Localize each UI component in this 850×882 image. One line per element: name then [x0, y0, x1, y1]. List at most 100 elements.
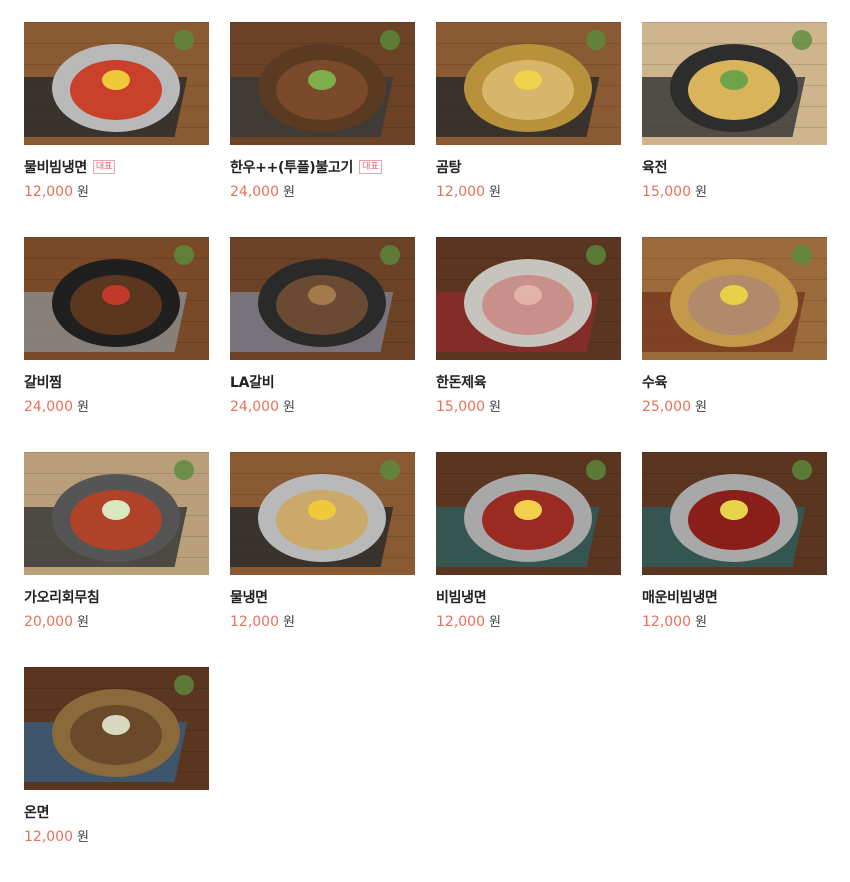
menu-item-name[interactable]: 한우++(투플)불고기 — [230, 157, 353, 177]
menu-item-price: 24,000 — [24, 399, 73, 415]
menu-item[interactable]: 한돈제육 15,000 원 — [436, 237, 621, 452]
food-photo-image — [24, 667, 209, 790]
food-photo-image — [642, 452, 827, 575]
currency-unit: 원 — [695, 615, 707, 630]
menu-item-name[interactable]: 물비빔냉면 — [24, 157, 87, 177]
menu-item[interactable]: 온면 12,000 원 — [24, 667, 209, 882]
menu-item[interactable]: 육전 15,000 원 — [642, 22, 827, 237]
menu-item-name[interactable]: 온면 — [24, 802, 49, 822]
menu-item[interactable]: 비빔냉면 12,000 원 — [436, 452, 621, 667]
menu-item-price: 15,000 — [436, 399, 485, 415]
menu-item-photo[interactable] — [642, 237, 827, 360]
food-photo-image — [230, 22, 415, 145]
menu-item-price-row: 15,000 원 — [436, 396, 621, 416]
menu-item-price-row: 12,000 원 — [230, 611, 415, 631]
menu-item[interactable]: 한우++(투플)불고기 대표 24,000 원 — [230, 22, 415, 237]
menu-item-name[interactable]: LA갈비 — [230, 372, 275, 392]
menu-item-photo[interactable] — [230, 22, 415, 145]
menu-item-photo[interactable] — [230, 237, 415, 360]
menu-item-photo[interactable] — [24, 22, 209, 145]
currency-unit: 원 — [77, 185, 89, 200]
menu-item-name[interactable]: 수육 — [642, 372, 667, 392]
currency-unit: 원 — [489, 615, 501, 630]
menu-item-title-row: 물비빔냉면 대표 — [24, 157, 209, 177]
menu-item[interactable]: 물냉면 12,000 원 — [230, 452, 415, 667]
menu-item-title-row: 물냉면 — [230, 587, 415, 607]
menu-item-photo[interactable] — [436, 452, 621, 575]
signature-badge: 대표 — [92, 160, 116, 174]
menu-item-photo[interactable] — [24, 667, 209, 790]
menu-item-price-row: 12,000 원 — [642, 611, 827, 631]
currency-unit: 원 — [283, 400, 295, 415]
food-photo-image — [24, 22, 209, 145]
menu-item-title-row: 온면 — [24, 802, 209, 822]
food-photo-image — [642, 22, 827, 145]
menu-grid: 물비빔냉면 대표 12,000 원 한우++(투플)불고기 대표 24,000 … — [24, 22, 834, 882]
menu-item-price-row: 20,000 원 — [24, 611, 209, 631]
menu-item-price: 12,000 — [24, 829, 73, 845]
menu-item-price-row: 24,000 원 — [230, 181, 415, 201]
menu-item-photo[interactable] — [436, 237, 621, 360]
menu-item[interactable]: 매운비빔냉면 12,000 원 — [642, 452, 827, 667]
menu-item-photo[interactable] — [642, 452, 827, 575]
menu-item-price: 15,000 — [642, 184, 691, 200]
menu-item[interactable]: 갈비찜 24,000 원 — [24, 237, 209, 452]
menu-item-price-row: 24,000 원 — [24, 396, 209, 416]
menu-item-title-row: 수육 — [642, 372, 827, 392]
menu-item-title-row: 한돈제육 — [436, 372, 621, 392]
food-photo-image — [436, 22, 621, 145]
menu-item-name[interactable]: 한돈제육 — [436, 372, 487, 392]
food-photo-image — [230, 452, 415, 575]
food-photo-image — [230, 237, 415, 360]
menu-item-name[interactable]: 물냉면 — [230, 587, 268, 607]
menu-item[interactable]: LA갈비 24,000 원 — [230, 237, 415, 452]
menu-item-name[interactable]: 육전 — [642, 157, 667, 177]
currency-unit: 원 — [283, 185, 295, 200]
menu-item-name[interactable]: 가오리회무침 — [24, 587, 100, 607]
menu-item-price-row: 15,000 원 — [642, 181, 827, 201]
menu-item-title-row: 비빔냉면 — [436, 587, 621, 607]
menu-item[interactable]: 물비빔냉면 대표 12,000 원 — [24, 22, 209, 237]
currency-unit: 원 — [489, 185, 501, 200]
menu-item-price: 12,000 — [230, 614, 279, 630]
menu-item-photo[interactable] — [230, 452, 415, 575]
currency-unit: 원 — [695, 400, 707, 415]
menu-item-title-row: 곰탕 — [436, 157, 621, 177]
menu-item[interactable]: 가오리회무침 20,000 원 — [24, 452, 209, 667]
menu-item-price: 20,000 — [24, 614, 73, 630]
currency-unit: 원 — [283, 615, 295, 630]
menu-item-name[interactable]: 갈비찜 — [24, 372, 62, 392]
menu-item-photo[interactable] — [642, 22, 827, 145]
currency-unit: 원 — [77, 400, 89, 415]
food-photo-image — [436, 452, 621, 575]
currency-unit: 원 — [77, 615, 89, 630]
menu-item-title-row: 갈비찜 — [24, 372, 209, 392]
currency-unit: 원 — [489, 400, 501, 415]
menu-item[interactable]: 수육 25,000 원 — [642, 237, 827, 452]
menu-item-name[interactable]: 곰탕 — [436, 157, 461, 177]
signature-badge: 대표 — [359, 160, 382, 174]
food-photo-image — [24, 237, 209, 360]
menu-item-price-row: 12,000 원 — [24, 181, 209, 201]
menu-item-photo[interactable] — [24, 237, 209, 360]
menu-item-price-row: 25,000 원 — [642, 396, 827, 416]
food-photo-image — [642, 237, 827, 360]
menu-item-price: 12,000 — [24, 184, 73, 200]
menu-item-price-row: 24,000 원 — [230, 396, 415, 416]
menu-item-title-row: 매운비빔냉면 — [642, 587, 827, 607]
menu-item-name[interactable]: 매운비빔냉면 — [642, 587, 718, 607]
menu-item-photo[interactable] — [436, 22, 621, 145]
menu-item-price: 12,000 — [436, 614, 485, 630]
menu-item-price: 24,000 — [230, 399, 279, 415]
menu-item-price-row: 12,000 원 — [436, 611, 621, 631]
currency-unit: 원 — [695, 185, 707, 200]
food-photo-image — [24, 452, 209, 575]
menu-item-title-row: 가오리회무침 — [24, 587, 209, 607]
menu-item-price-row: 12,000 원 — [24, 826, 209, 846]
menu-item-title-row: LA갈비 — [230, 372, 415, 392]
menu-item[interactable]: 곰탕 12,000 원 — [436, 22, 621, 237]
menu-item-photo[interactable] — [24, 452, 209, 575]
menu-item-price: 25,000 — [642, 399, 691, 415]
menu-item-name[interactable]: 비빔냉면 — [436, 587, 487, 607]
menu-item-title-row: 육전 — [642, 157, 827, 177]
